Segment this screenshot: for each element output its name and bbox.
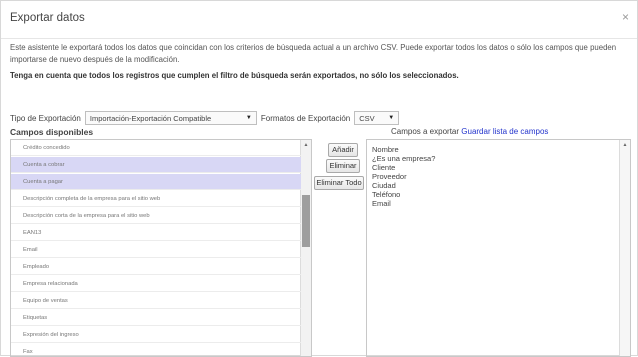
export-field-item[interactable]: Nombre	[372, 145, 399, 154]
chevron-down-icon: ▼	[388, 115, 395, 121]
available-fields-list[interactable]: ▲ Crédito concedido Cuenta a cobrar Cuenta…	[10, 139, 312, 357]
chevron-down-icon: ▼	[245, 115, 252, 121]
dialog-warning: Tenga en cuenta que todos los registros …	[10, 71, 459, 80]
available-field-item[interactable]: Etiquetas	[11, 310, 301, 326]
available-field-item[interactable]: Cuenta a cobrar	[11, 157, 301, 173]
export-dialog: Exportar datos × Este asistente le expor…	[0, 0, 638, 357]
export-type-label: Tipo de Exportación	[10, 113, 81, 123]
remove-all-button[interactable]: Eliminar Todo	[314, 176, 364, 190]
export-field-item[interactable]: Email	[372, 199, 391, 208]
format-value: CSV	[359, 113, 375, 123]
add-button[interactable]: Añadir	[328, 143, 358, 157]
export-field-item[interactable]: Proveedor	[372, 172, 407, 181]
export-type-value: Importación-Exportación Compatible	[89, 113, 212, 123]
export-fields-list[interactable]: ▲ Nombre ¿Es una empresa? Cliente Proveedor…	[366, 139, 631, 357]
available-field-item[interactable]: Descripción completa de la empresa para …	[11, 191, 301, 207]
available-scrollbar[interactable]: ▲	[300, 140, 311, 356]
dialog-description: Este asistente le exportará todos los da…	[10, 43, 617, 64]
available-field-item[interactable]: Expresión del ingreso	[11, 327, 301, 343]
dialog-title: Exportar datos	[10, 12, 85, 24]
available-field-item[interactable]: Cuenta a pagar	[11, 174, 301, 190]
format-select[interactable]: CSV ▼	[354, 111, 400, 125]
available-fields-label: Campos disponibles	[10, 127, 94, 137]
export-field-item[interactable]: Teléfono	[372, 190, 400, 199]
available-field-item[interactable]: Descripción corta de la empresa para el …	[11, 208, 301, 224]
available-field-item[interactable]: Empresa relacionada	[11, 276, 301, 292]
scrollbar-thumb[interactable]	[302, 195, 310, 247]
available-field-item[interactable]: Empleado	[11, 259, 301, 275]
scroll-up-icon[interactable]: ▲	[301, 142, 311, 148]
available-field-item[interactable]: Email	[11, 242, 301, 258]
available-field-item[interactable]: EAN13	[11, 225, 301, 241]
close-icon[interactable]: ×	[622, 10, 629, 24]
scroll-up-icon[interactable]: ▲	[620, 142, 630, 148]
export-options-row: Tipo de Exportación Importación-Exportac…	[10, 110, 400, 126]
save-field-list-link[interactable]: Guardar lista de campos	[461, 127, 548, 136]
available-field-item[interactable]: Fax	[11, 344, 301, 356]
export-fields-header: Campos a exportar Guardar lista de campo…	[391, 127, 548, 136]
remove-button[interactable]: Eliminar	[326, 159, 360, 173]
export-field-item[interactable]: Ciudad	[372, 181, 396, 190]
export-fields-label: Campos a exportar	[391, 127, 460, 136]
export-type-select[interactable]: Importación-Exportación Compatible ▼	[84, 111, 257, 125]
export-field-item[interactable]: ¿Es una empresa?	[372, 154, 435, 163]
format-label: Formatos de Exportación	[260, 113, 351, 123]
available-field-item[interactable]: Crédito concedido	[11, 140, 301, 156]
export-scrollbar[interactable]: ▲	[619, 140, 630, 356]
export-field-item[interactable]: Cliente	[372, 163, 395, 172]
available-field-item[interactable]: Equipo de ventas	[11, 293, 301, 309]
dialog-titlebar: Exportar datos ×	[1, 1, 637, 39]
